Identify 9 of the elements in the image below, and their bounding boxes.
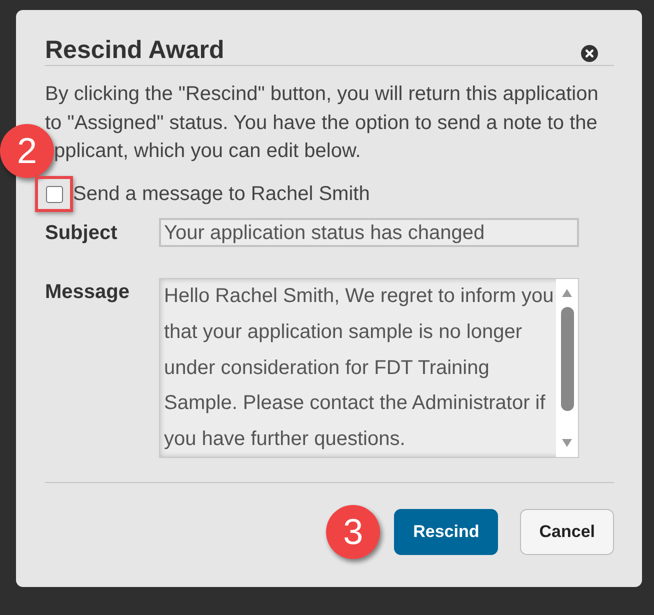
rescind-button[interactable]: Rescind (394, 509, 498, 555)
close-icon[interactable] (581, 44, 598, 62)
checkbox[interactable] (46, 186, 62, 202)
checkbox-label[interactable]: Send a message to Rachel Smith (73, 180, 370, 208)
field-label: Message (45, 280, 130, 305)
dialog-title: Rescind Award (45, 35, 224, 65)
step-marker: 3 (326, 505, 380, 559)
field-label: Subject (45, 220, 118, 246)
cancel-button[interactable]: Cancel (520, 509, 614, 555)
